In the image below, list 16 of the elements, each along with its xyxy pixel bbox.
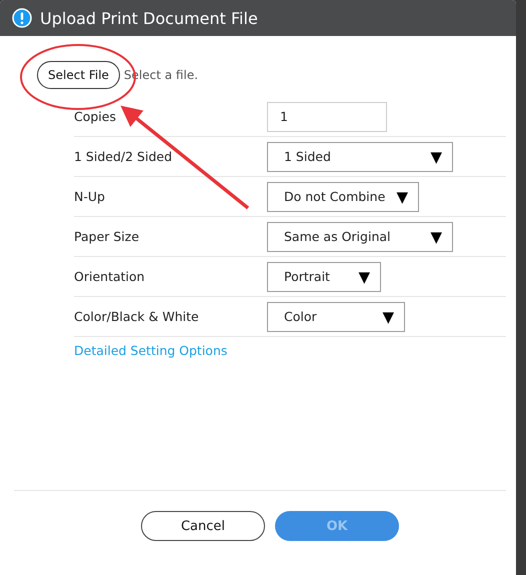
dropdown[interactable]: Color ▼ xyxy=(267,302,405,332)
dropdown[interactable]: 1 Sided ▼ xyxy=(267,142,453,172)
dropdown[interactable]: Same as Original ▼ xyxy=(267,222,453,252)
info-icon xyxy=(12,8,32,28)
dropdown[interactable]: Portrait ▼ xyxy=(267,262,381,292)
input-field[interactable]: 1 xyxy=(267,102,387,132)
cancel-button[interactable]: Cancel xyxy=(141,511,265,541)
setting-label: 1 Sided/2 Sided xyxy=(74,149,173,164)
setting-label: Copies xyxy=(74,109,117,124)
setting-label: N-Up xyxy=(74,189,106,204)
setting-label: Color/Black & White xyxy=(74,309,200,324)
setting-label: Orientation xyxy=(74,269,146,284)
setting-label: Paper Size xyxy=(74,229,140,244)
dropdown[interactable]: Do not Combine ▼ xyxy=(267,182,419,212)
window-title: Upload Print Document File xyxy=(40,8,258,28)
select-file-button[interactable]: Select File xyxy=(37,61,120,89)
